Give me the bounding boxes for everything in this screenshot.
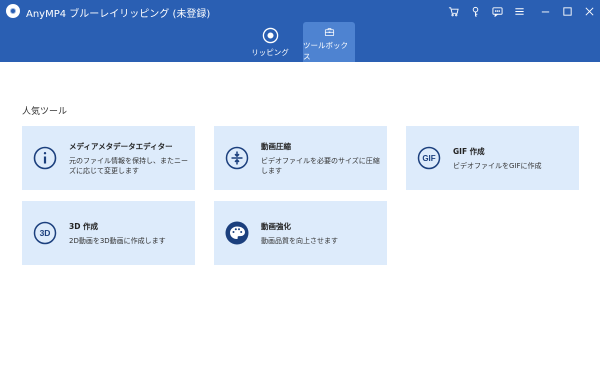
tool-title: 動画強化 bbox=[261, 221, 291, 231]
tool-description: ビデオファイルを必要のサイズに圧縮します bbox=[261, 156, 380, 175]
key-icon[interactable] bbox=[464, 0, 486, 22]
svg-text:GIF: GIF bbox=[422, 154, 435, 163]
app-logo-icon bbox=[6, 4, 20, 18]
title-bar: AnyMP4 ブルーレイリッピング (未登録) bbox=[0, 0, 600, 22]
tool-card-metadata-editor[interactable]: メディアメタデータエディター 元のファイル情報を保持し、またニーズに応じて変更し… bbox=[22, 126, 195, 190]
palette-icon bbox=[225, 221, 249, 245]
tab-toolbox-label: ツールボックス bbox=[303, 41, 348, 61]
tab-bar: リッピング ツールボックス bbox=[0, 22, 600, 62]
chat-icon[interactable] bbox=[486, 0, 508, 22]
app-title: AnyMP4 ブルーレイリッピング (未登録) bbox=[26, 9, 211, 20]
menu-icon[interactable] bbox=[508, 0, 530, 22]
tool-title: GIF 作成 bbox=[453, 146, 485, 156]
gif-icon: GIF bbox=[417, 146, 441, 170]
tool-title: メディアメタデータエディター bbox=[69, 141, 173, 151]
tool-description: 元のファイル情報を保持し、またニーズに応じて変更します bbox=[69, 156, 188, 175]
svg-text:3D: 3D bbox=[40, 228, 51, 238]
tab-ripping-label: リッピング bbox=[251, 48, 289, 57]
toolbox-icon bbox=[324, 28, 334, 36]
tool-title: 3D 作成 bbox=[69, 221, 99, 231]
tool-card-3d-maker[interactable]: 3D 3D 作成 2D動画を3D動画に作成します bbox=[22, 201, 195, 265]
maximize-icon[interactable] bbox=[556, 0, 578, 22]
tool-description: 2D動画を3D動画に作成します bbox=[69, 236, 166, 245]
minimize-icon[interactable] bbox=[534, 0, 556, 22]
tool-card-video-compress[interactable]: 動画圧縮 ビデオファイルを必要のサイズに圧縮します bbox=[214, 126, 387, 190]
tool-card-gif-maker[interactable]: GIF GIF 作成 ビデオファイルをGIFに作成 bbox=[406, 126, 579, 190]
app-header: AnyMP4 ブルーレイリッピング (未登録) リッピング ツールボックス bbox=[0, 0, 600, 62]
3d-icon: 3D bbox=[33, 221, 57, 245]
section-title: 人気ツール bbox=[22, 107, 68, 117]
tool-description: ビデオファイルをGIFに作成 bbox=[453, 161, 542, 170]
tab-ripping[interactable]: リッピング bbox=[244, 22, 296, 62]
tool-card-video-enhance[interactable]: 動画強化 動画品質を向上させます bbox=[214, 201, 387, 265]
cart-icon[interactable] bbox=[442, 0, 464, 22]
disc-icon bbox=[262, 27, 278, 44]
info-icon bbox=[33, 146, 57, 170]
window-controls bbox=[442, 0, 600, 22]
close-icon[interactable] bbox=[578, 0, 600, 22]
tab-toolbox[interactable]: ツールボックス bbox=[303, 22, 355, 62]
tool-title: 動画圧縮 bbox=[261, 141, 291, 151]
tool-description: 動画品質を向上させます bbox=[261, 236, 338, 245]
compress-icon bbox=[225, 146, 249, 170]
